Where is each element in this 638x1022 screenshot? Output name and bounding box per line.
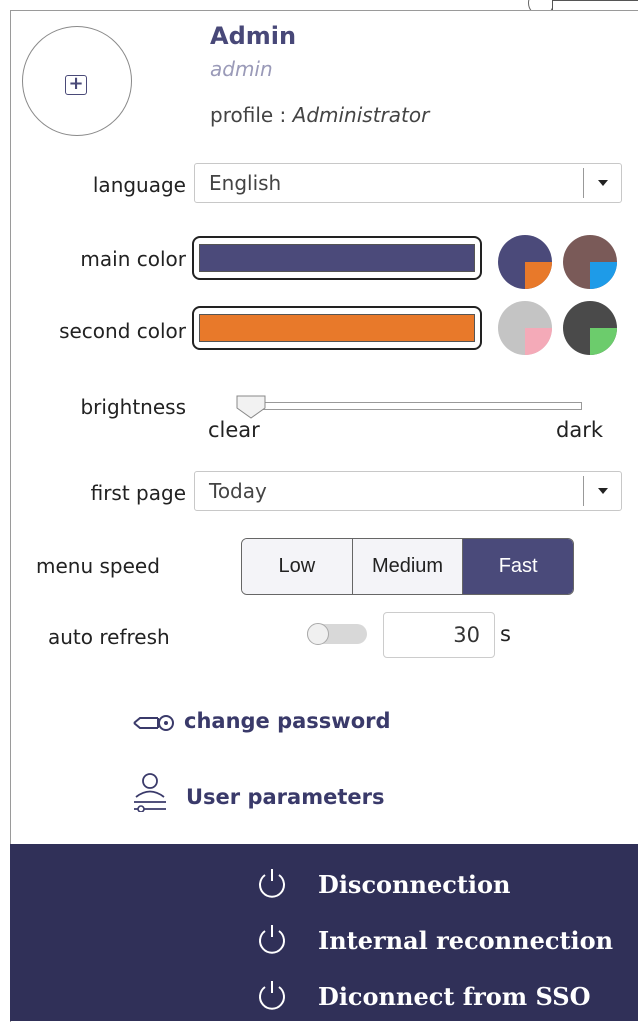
second-color-label: second color [59,319,186,343]
change-password-link[interactable]: change password [184,709,391,733]
main-color-fill [199,244,475,272]
key-icon [133,715,174,731]
chevron-down-icon[interactable] [583,476,621,506]
theme-swatches [498,235,617,355]
language-label: language [92,173,186,197]
first-page-select[interactable]: Today [194,471,622,511]
menu-speed-segmented: Low Medium Fast [241,538,574,595]
main-color-picker[interactable] [192,236,482,280]
user-profile: profile : Administrator [210,103,429,127]
chevron-down-icon[interactable] [583,168,621,198]
swatch-navy-orange[interactable] [498,235,552,289]
second-color-fill [199,314,475,342]
user-parameters-icon [134,773,166,812]
second-color-picker[interactable] [192,306,482,350]
swatch-dark-green[interactable] [563,301,617,355]
menu-speed-fast[interactable]: Fast [463,539,573,594]
auto-refresh-toggle[interactable] [307,623,367,645]
main-color-label: main color [80,247,186,271]
profile-label: profile : [210,103,293,127]
brightness-min-label: clear [208,418,260,442]
user-parameters-link[interactable]: User parameters [186,785,384,809]
language-value: English [209,171,282,195]
brightness-label: brightness [80,395,186,419]
user-login: admin [210,57,273,81]
menu-speed-medium[interactable]: Medium [352,539,464,594]
add-photo-icon[interactable]: + [65,75,87,95]
toggle-knob [307,623,329,645]
disconnection-label: Disconnection [318,870,511,899]
auto-refresh-label: auto refresh [48,625,170,649]
avatar[interactable]: + [22,26,132,136]
power-icon [259,925,285,954]
menu-speed-label: menu speed [36,554,160,578]
user-name: Admin [210,22,297,50]
internal-reconnection-label: Internal reconnection [318,926,614,955]
language-select[interactable]: English [194,163,622,203]
swatch-grey-pink[interactable] [498,301,552,355]
first-page-label: first page [90,481,186,505]
brightness-slider-track[interactable] [244,402,582,410]
menu-speed-low[interactable]: Low [242,539,353,594]
disconnect-sso-label: Diconnect from SSO [318,982,591,1011]
swatch-brown-blue[interactable] [563,235,617,289]
profile-value: Administrator [292,103,430,127]
power-icon [259,981,285,1010]
footer-actions: Disconnection Internal reconnection Dico… [10,844,638,1021]
power-icon [259,869,285,898]
auto-refresh-unit: s [500,622,511,646]
brightness-max-label: dark [556,418,603,442]
auto-refresh-input[interactable]: 30 [383,612,495,658]
first-page-value: Today [209,479,267,503]
